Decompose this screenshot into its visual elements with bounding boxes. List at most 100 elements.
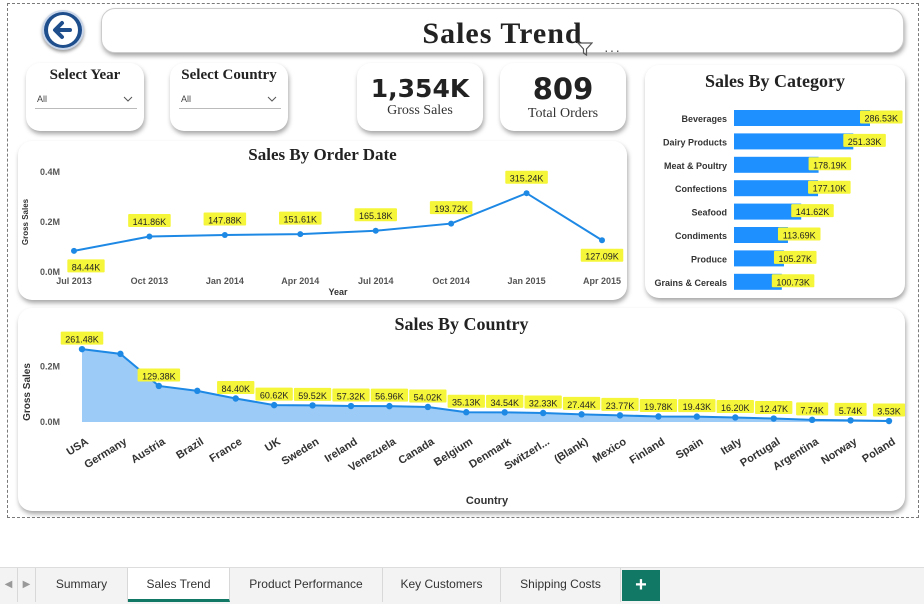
data-label: 113.69K (783, 231, 816, 241)
more-options-icon[interactable]: ··· (604, 42, 621, 58)
y-tick-label: 0.2M (40, 361, 60, 371)
category-label: Confections (675, 184, 727, 194)
country-slicer: Select Country All (170, 63, 288, 131)
x-tick-label: Oct 2014 (432, 276, 470, 286)
x-tick-label: Apr 2014 (281, 276, 319, 286)
data-point (146, 233, 153, 240)
page-tab-bar: ◀ ▶ Summary Sales Trend Product Performa… (0, 567, 924, 604)
country-dropdown[interactable]: All (179, 91, 281, 109)
data-point (463, 409, 470, 416)
data-label: 34.54K (490, 398, 519, 408)
category-chart-card: Sales By Category Beverages 286.53K Dairy … (645, 65, 905, 298)
x-tick-label: Austria (129, 435, 168, 466)
data-label: 23.77K (606, 401, 635, 411)
scroll-right-icon[interactable]: ▶ (18, 568, 36, 602)
data-label: 7.74K (800, 405, 824, 415)
data-label: 261.48K (65, 335, 99, 345)
back-arrow-icon (48, 15, 78, 45)
data-label: 165.18K (359, 211, 393, 221)
scroll-left-icon[interactable]: ◀ (0, 568, 18, 602)
data-point (770, 415, 777, 422)
x-tick-label: Poland (860, 436, 897, 466)
category-label: Beverages (681, 114, 727, 124)
x-tick-label: Brazil (174, 436, 206, 462)
data-label: 35.13K (452, 398, 481, 408)
data-point (732, 414, 739, 421)
data-point (885, 417, 893, 425)
category-label: Dairy Products (663, 137, 727, 147)
data-point (616, 412, 624, 419)
data-label: 178.19K (813, 160, 847, 170)
x-tick-label: Jul 2013 (56, 276, 92, 286)
country-dropdown-value: All (181, 94, 192, 104)
data-label: 193.72K (434, 204, 468, 214)
data-label: 19.78K (644, 402, 673, 412)
tab-sales-trend[interactable]: Sales Trend (128, 568, 230, 602)
tab-shipping-costs[interactable]: Shipping Costs (501, 568, 621, 602)
data-label: 105.27K (778, 254, 812, 264)
chevron-down-icon (123, 94, 133, 104)
gross-sales-label: Gross Sales (387, 103, 453, 118)
tab-summary[interactable]: Summary (36, 568, 128, 602)
x-tick-label: Mexico (591, 436, 629, 466)
data-point (71, 247, 77, 254)
data-label: 56.96K (375, 392, 404, 402)
tab-key-customers[interactable]: Key Customers (383, 568, 501, 602)
x-tick-label: France (207, 436, 244, 465)
title-card: Sales Trend (101, 8, 904, 53)
data-point (194, 387, 201, 395)
data-point (78, 345, 86, 353)
category-bar (734, 203, 802, 220)
data-point (448, 220, 455, 227)
data-label: 84.44K (72, 262, 101, 272)
year-dropdown[interactable]: All (35, 91, 137, 109)
data-point (221, 232, 228, 239)
order-date-chart-card: Sales By Order Date 0.0M 0.2M 0.4M Gross Sa… (18, 141, 627, 300)
filter-icon[interactable] (576, 42, 594, 61)
gross-sales-card: 1,354K Gross Sales (357, 63, 483, 131)
tab-product-performance[interactable]: Product Performance (230, 568, 383, 602)
data-point (309, 402, 316, 409)
data-label: 19.43K (683, 402, 712, 412)
page-title: Sales Trend (422, 17, 583, 50)
data-point (117, 350, 124, 358)
y-tick-label: 0.4M (40, 167, 60, 177)
data-point (655, 413, 662, 420)
data-point (501, 409, 508, 416)
x-tick-label: Germany (82, 435, 130, 471)
x-tick-label: (Blank) (552, 436, 590, 466)
data-point (539, 409, 547, 417)
country-chart-card: Sales By Country 0.0M 0.2M Gross Sales 261.… (18, 308, 905, 511)
data-label: 315.24K (510, 174, 544, 184)
x-tick-label: Apr 2015 (583, 276, 621, 286)
x-tick-label: Jan 2015 (508, 276, 546, 286)
x-axis-title: Year (328, 287, 348, 297)
data-point (847, 417, 854, 424)
back-button[interactable] (42, 10, 84, 50)
data-point (297, 231, 304, 238)
category-bar (734, 110, 870, 126)
data-label: 27.44K (567, 400, 596, 410)
data-point (578, 411, 585, 418)
data-point (347, 402, 355, 410)
x-tick-label: Finland (628, 436, 668, 467)
data-label: 54.02K (414, 392, 443, 402)
data-point (523, 190, 530, 197)
x-tick-label: Jan 2014 (206, 276, 244, 286)
x-tick-label: Sweden (280, 436, 322, 468)
add-page-button[interactable]: + (622, 570, 660, 601)
data-label: 16.20K (721, 403, 750, 413)
data-point (599, 237, 605, 244)
data-label: 59.52K (298, 391, 327, 401)
total-orders-label: Total Orders (527, 106, 599, 121)
category-label: Seafood (691, 208, 727, 218)
data-label: 32.33K (529, 398, 558, 408)
x-tick-label: USA (65, 436, 91, 459)
total-orders-card: 809 Total Orders (500, 63, 626, 131)
y-tick-label: 0.2M (40, 217, 60, 227)
data-point (386, 402, 393, 410)
x-tick-label: Canada (396, 435, 437, 467)
data-label: 57.32K (337, 392, 366, 402)
gross-sales-value: 1,354K (370, 74, 470, 103)
total-orders-value: 809 (532, 72, 594, 106)
